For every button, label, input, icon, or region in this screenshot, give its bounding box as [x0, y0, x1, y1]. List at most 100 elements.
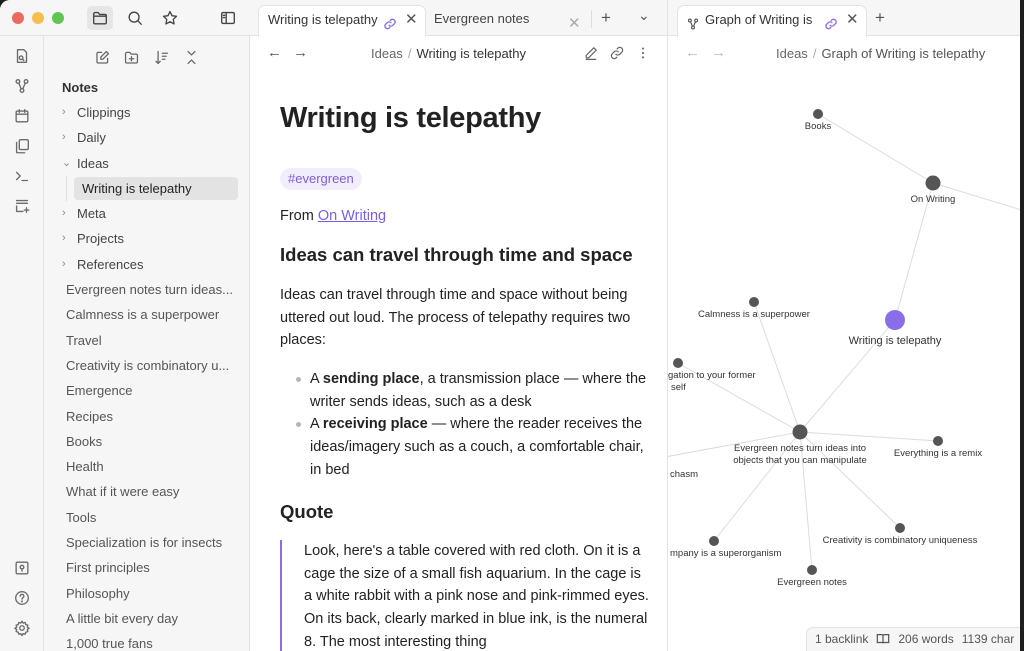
file-item[interactable]: A little bit every day — [44, 606, 249, 631]
collapse-all-button[interactable] — [180, 46, 202, 68]
graph-edge — [799, 431, 939, 442]
folder-ideas[interactable]: ⌄ Ideas — [44, 151, 249, 176]
new-folder-button[interactable] — [120, 46, 142, 68]
link-button[interactable] — [609, 45, 627, 63]
vault-switcher-button[interactable] — [12, 558, 32, 578]
file-explorer-button[interactable] — [87, 6, 113, 30]
bookmarks-button[interactable] — [157, 6, 183, 30]
breadcrumb-current[interactable]: Writing is telepathy — [416, 46, 526, 61]
calendar-icon — [15, 109, 29, 123]
blockquote: Look, here's a table covered with red cl… — [280, 540, 650, 651]
graph-node-calmness[interactable] — [749, 297, 759, 307]
tag-evergreen[interactable]: #evergreen — [280, 168, 362, 190]
more-vertical-icon — [641, 47, 645, 59]
edit-mode-button[interactable] — [583, 45, 601, 63]
chevron-down-icon: ⌄ — [62, 156, 72, 169]
file-item[interactable]: Creativity is combinatory u... — [44, 353, 249, 378]
graph-node-evergreen-turn[interactable] — [792, 424, 808, 440]
tab-writing-is-telepathy[interactable]: Writing is telepathy ✕ — [258, 5, 426, 37]
search-button[interactable] — [122, 6, 148, 30]
graph-node-on-writing[interactable] — [925, 175, 941, 191]
file-item[interactable]: Emergence — [44, 378, 249, 403]
command-palette-button[interactable] — [12, 166, 32, 186]
file-item[interactable]: First principles — [44, 555, 249, 580]
graph-canvas[interactable]: Books On Writing Writing is telepathy Calmn… — [668, 72, 1020, 651]
graph-node-obligation[interactable] — [673, 358, 683, 368]
tab-graph-of-writing-is-telepathy[interactable]: Graph of Writing is telepathy ✕ — [677, 5, 867, 37]
reading-mode-icon[interactable] — [876, 631, 890, 645]
folder-clippings[interactable]: › Clippings — [44, 100, 249, 125]
tab-list-button[interactable]: ⌄ — [638, 7, 650, 24]
sort-button[interactable] — [150, 46, 172, 68]
chevron-right-icon: › — [62, 232, 66, 245]
settings-button[interactable] — [12, 618, 32, 638]
file-item[interactable]: Tools — [44, 505, 249, 530]
backlink-count[interactable]: 1 backlink — [815, 632, 868, 646]
file-item[interactable]: Health — [44, 454, 249, 479]
file-item[interactable]: Specialization is for insects — [44, 530, 249, 555]
file-item[interactable]: 1,000 true fans — [44, 631, 249, 651]
file-writing-is-telepathy[interactable]: Writing is telepathy — [44, 175, 249, 202]
minimize-window-button[interactable] — [32, 12, 44, 24]
on-writing-link[interactable]: On Writing — [318, 208, 386, 224]
new-tab-button[interactable]: + — [875, 8, 885, 28]
quick-switcher-button[interactable] — [12, 46, 32, 66]
breadcrumb: Ideas / Writing is telepathy — [371, 46, 527, 61]
zoom-window-button[interactable] — [52, 12, 64, 24]
close-tab-icon[interactable]: ✕ — [568, 10, 581, 38]
forward-button[interactable]: → — [711, 44, 726, 61]
file-item[interactable]: Philosophy — [44, 581, 249, 606]
graph-view-button[interactable] — [12, 76, 32, 96]
file-explorer: Notes › Clippings › Daily ⌄ Ideas Writing i… — [44, 36, 250, 651]
breadcrumb-parent[interactable]: Ideas — [776, 46, 808, 61]
close-window-button[interactable] — [12, 12, 24, 24]
back-button[interactable]: ← — [685, 44, 700, 61]
tab-evergreen-notes[interactable]: Evergreen notes ✕ — [426, 5, 586, 37]
graph-view[interactable]: Books On Writing Writing is telepathy Calmn… — [668, 72, 1020, 651]
new-canvas-icon — [15, 199, 30, 213]
close-tab-icon[interactable]: ✕ — [405, 6, 418, 34]
breadcrumb-current[interactable]: Graph of Writing is telepathy — [821, 46, 985, 61]
graph-icon — [15, 79, 29, 93]
folder-projects[interactable]: › Projects — [44, 226, 249, 251]
graph-node-label: objects that you can manipulate — [733, 455, 867, 466]
file-item[interactable]: Books — [44, 429, 249, 454]
file-item[interactable]: Travel — [44, 328, 249, 353]
editor-pane[interactable]: Writing is telepathy #evergreen From On … — [250, 72, 668, 651]
left-ribbon — [0, 36, 44, 651]
graph-node-label: Evergreen notes turn ideas into — [734, 443, 866, 454]
graph-node-books[interactable] — [813, 109, 823, 119]
new-canvas-button[interactable] — [12, 196, 32, 216]
sort-icon — [154, 50, 168, 64]
templates-button[interactable] — [12, 136, 32, 156]
graph-node-writing-telepathy[interactable] — [885, 310, 905, 330]
graph-node-superorganism[interactable] — [709, 536, 719, 546]
graph-node-creativity[interactable] — [895, 523, 905, 533]
file-item[interactable]: Recipes — [44, 404, 249, 429]
folder-daily[interactable]: › Daily — [44, 125, 249, 150]
forward-button[interactable]: → — [293, 44, 308, 61]
file-item[interactable]: Evergreen notes turn ideas... — [44, 277, 249, 302]
graph-navbar: ← → Ideas / Graph of Writing is telepathy — [668, 36, 1020, 72]
folder-references[interactable]: › References — [44, 252, 249, 277]
file-item[interactable]: What if it were easy — [44, 479, 249, 504]
vault-icon — [15, 561, 29, 575]
folder-meta[interactable]: › Meta — [44, 201, 249, 226]
more-options-button[interactable] — [635, 45, 653, 63]
new-tab-button[interactable]: + — [601, 8, 611, 28]
close-tab-icon[interactable]: ✕ — [846, 6, 859, 34]
help-button[interactable] — [12, 588, 32, 608]
file-item[interactable]: Calmness is a superpower — [44, 302, 249, 327]
word-count: 206 words — [898, 632, 954, 646]
graph-node-label: On Writing — [911, 194, 956, 205]
new-note-button[interactable] — [91, 46, 113, 68]
toggle-sidebar-button[interactable] — [215, 6, 241, 30]
graph-node-evergreen-notes[interactable] — [807, 565, 817, 575]
char-count: 1139 char — [961, 632, 1015, 646]
daily-note-button[interactable] — [12, 106, 32, 126]
graph-node-remix[interactable] — [933, 436, 943, 446]
graph-node-label: mpany is a superorganism — [670, 548, 781, 559]
help-icon — [15, 591, 29, 605]
breadcrumb-parent[interactable]: Ideas — [371, 46, 403, 61]
back-button[interactable]: ← — [267, 44, 282, 61]
